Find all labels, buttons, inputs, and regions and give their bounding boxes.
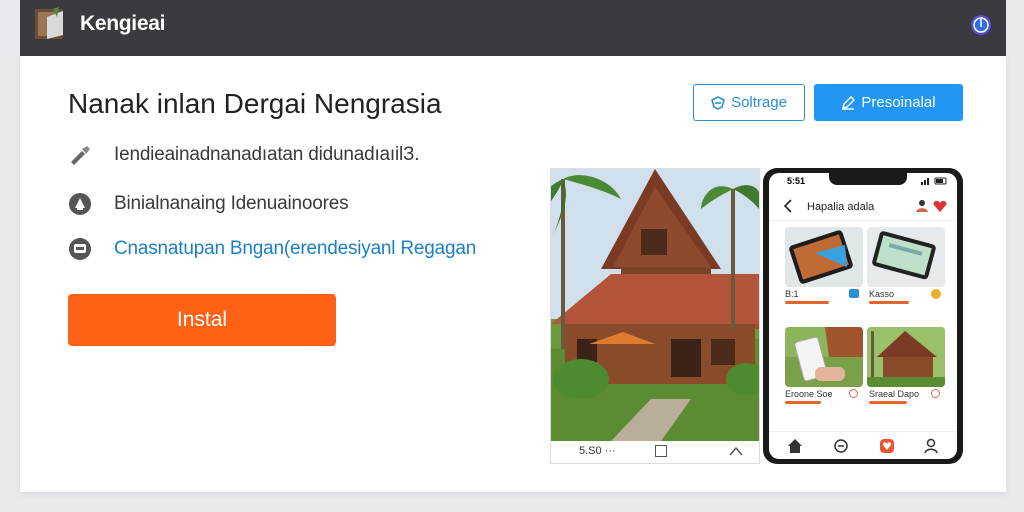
profile-icon[interactable] (915, 199, 929, 213)
status-bar: 5:51 (769, 173, 957, 191)
product-tile[interactable] (867, 327, 945, 387)
tile-price-line (785, 301, 829, 304)
product-tile[interactable] (785, 227, 863, 287)
house-photo (551, 169, 759, 441)
product-tile[interactable] (785, 327, 863, 387)
shield-icon (711, 95, 726, 110)
phone-header-title: Hapalia adala (807, 201, 875, 213)
top-bar: Kengieai (20, 0, 1006, 56)
tile-title: Kasso (869, 289, 895, 299)
search-icon[interactable] (833, 438, 849, 454)
primary-action-button[interactable]: Presoinalal (814, 84, 963, 121)
tile-price-line (869, 401, 907, 404)
tile-badge-icon (931, 289, 941, 299)
photo-caption: 5.S0 ··· (579, 445, 616, 457)
phone-notch (829, 173, 907, 185)
photo-preview: 5.S0 ··· (550, 168, 760, 464)
page-title: Nanak inlan Dergai Nengrasia (68, 88, 442, 119)
signal-icon (921, 177, 947, 185)
globe-icon[interactable] (970, 14, 992, 36)
tile-title: Sraeal Dapo (869, 389, 920, 399)
house-thumbnail-image (867, 327, 945, 387)
phone-app-header: Hapalia adala (769, 193, 957, 221)
square-icon[interactable] (655, 445, 667, 457)
tile-price-line (869, 301, 909, 304)
tile-price-line (785, 401, 821, 404)
secondary-action-label: Soltrage (731, 94, 787, 111)
phone-in-hand-image (785, 327, 863, 382)
edit-icon (842, 95, 856, 110)
home-icon[interactable] (787, 438, 803, 454)
product-tile[interactable] (867, 227, 945, 287)
phone-bottom-nav (769, 431, 957, 459)
feature-item: Binialnanaing Idenuainoores (68, 192, 349, 216)
feature-link-text[interactable]: Cnasnatupan Bngan(erendesiyanl Regagan (114, 238, 476, 260)
phone-screen: 5:51 Hapalia adala B:1 Kasso Eroone Soe … (769, 173, 957, 459)
back-arrow-icon[interactable] (783, 199, 793, 213)
tile-badge-icon (931, 389, 940, 398)
book-icon[interactable] (33, 5, 69, 41)
tile-title: B:1 (785, 289, 799, 299)
feature-item[interactable]: Cnasnatupan Bngan(erendesiyanl Regagan (68, 237, 476, 261)
user-icon[interactable] (923, 438, 939, 454)
tile-badge-icon (849, 389, 858, 398)
tablet-image (872, 231, 936, 280)
phone-mockup: 5:51 Hapalia adala B:1 Kasso Eroone Soe … (763, 168, 963, 464)
heart-icon[interactable] (933, 199, 947, 213)
tablet-image (789, 230, 853, 284)
wrench-icon (71, 146, 90, 165)
secondary-action-button[interactable]: Soltrage (693, 84, 805, 121)
feature-item: Iendieainadnanadıatan didunadıaıilЗ. (68, 143, 420, 167)
favorites-icon[interactable] (879, 438, 895, 454)
status-time: 5:51 (787, 176, 806, 186)
bell-icon (69, 193, 91, 215)
chevron-up-icon[interactable] (729, 446, 743, 456)
main-card: Nanak inlan Dergai Nengrasia Iendieainad… (20, 56, 1006, 492)
feature-text: Iendieainadnanadıatan didunadıaıilЗ. (114, 144, 420, 165)
install-button[interactable]: Instal (68, 294, 336, 346)
tile-badge-icon (849, 289, 859, 298)
feature-text: Binialnanaing Idenuainoores (114, 193, 349, 214)
tile-title: Eroone Soe (785, 389, 833, 399)
app-title: Kengieai (80, 12, 166, 35)
photo-footer: 5.S0 ··· (551, 441, 759, 463)
primary-action-label: Presoinalal (861, 94, 936, 111)
message-icon (69, 238, 91, 260)
